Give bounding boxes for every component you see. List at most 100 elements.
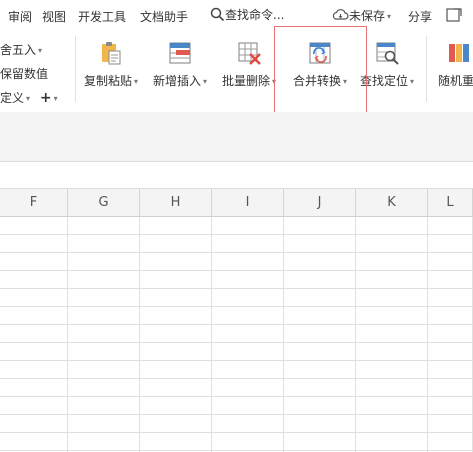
grid-cell[interactable]: [140, 343, 212, 361]
grid-cell[interactable]: [0, 271, 68, 289]
grid-cell[interactable]: [0, 289, 68, 307]
grid-cell[interactable]: [284, 361, 356, 379]
grid-cell[interactable]: [140, 361, 212, 379]
grid-cell[interactable]: [68, 307, 140, 325]
grid-cell[interactable]: [356, 433, 428, 451]
batch-delete-button[interactable]: 批量删除 ▾: [216, 38, 282, 98]
grid-cell[interactable]: [212, 271, 284, 289]
grid-cell[interactable]: [284, 307, 356, 325]
grid-cell[interactable]: [140, 289, 212, 307]
grid-cell[interactable]: [0, 397, 68, 415]
grid-cell[interactable]: [284, 433, 356, 451]
grid-cell[interactable]: [140, 235, 212, 253]
grid-cell[interactable]: [140, 271, 212, 289]
grid-cell[interactable]: [284, 379, 356, 397]
grid-cell[interactable]: [68, 289, 140, 307]
column-header-j[interactable]: J: [284, 189, 356, 217]
grid-cell[interactable]: [140, 325, 212, 343]
grid-cell[interactable]: [68, 325, 140, 343]
column-header-l[interactable]: L: [428, 189, 473, 217]
grid-cell[interactable]: [68, 217, 140, 235]
unsaved-status[interactable]: 未保存 ▾: [332, 7, 391, 24]
grid-cell[interactable]: [0, 217, 68, 235]
grid-cell[interactable]: [68, 271, 140, 289]
grid-cell[interactable]: [284, 415, 356, 433]
grid-cell[interactable]: [428, 289, 473, 307]
formula-bar[interactable]: [0, 161, 473, 189]
grid-cell[interactable]: [428, 379, 473, 397]
grid-cell[interactable]: [212, 397, 284, 415]
grid-cell[interactable]: [356, 379, 428, 397]
grid-cell[interactable]: [212, 379, 284, 397]
grid-cell[interactable]: [212, 289, 284, 307]
grid-cell[interactable]: [428, 325, 473, 343]
insert-button[interactable]: 新增插入 ▾: [147, 38, 213, 98]
grid-cell[interactable]: [356, 343, 428, 361]
grid-cell[interactable]: [284, 289, 356, 307]
plus-icon[interactable]: +: [40, 90, 52, 106]
grid-cell[interactable]: [140, 415, 212, 433]
grid-cell[interactable]: [356, 307, 428, 325]
round-button[interactable]: 舍五入 ▾: [0, 41, 42, 58]
random-button[interactable]: 随机重: [434, 38, 473, 98]
grid-cell[interactable]: [212, 415, 284, 433]
grid-cell[interactable]: [140, 397, 212, 415]
copy-paste-button[interactable]: 复制粘贴 ▾: [78, 38, 144, 98]
grid-cell[interactable]: [68, 253, 140, 271]
grid-cell[interactable]: [428, 343, 473, 361]
spreadsheet-grid[interactable]: [0, 217, 473, 452]
grid-cell[interactable]: [428, 253, 473, 271]
grid-cell[interactable]: [428, 397, 473, 415]
grid-cell[interactable]: [428, 235, 473, 253]
grid-cell[interactable]: [356, 235, 428, 253]
grid-cell[interactable]: [0, 307, 68, 325]
grid-cell[interactable]: [212, 361, 284, 379]
grid-cell[interactable]: [0, 415, 68, 433]
tab-developer[interactable]: 开发工具: [78, 8, 126, 25]
tab-review[interactable]: 审阅: [8, 8, 32, 25]
column-header-k[interactable]: K: [356, 189, 428, 217]
grid-cell[interactable]: [284, 397, 356, 415]
column-header-h[interactable]: H: [140, 189, 212, 217]
grid-cell[interactable]: [0, 433, 68, 451]
tab-view[interactable]: 视图: [42, 8, 66, 25]
grid-cell[interactable]: [140, 433, 212, 451]
grid-cell[interactable]: [140, 253, 212, 271]
grid-cell[interactable]: [212, 343, 284, 361]
grid-cell[interactable]: [68, 379, 140, 397]
custom-button[interactable]: 定义 ▾ + ▾: [0, 89, 58, 106]
grid-cell[interactable]: [284, 325, 356, 343]
grid-cell[interactable]: [212, 217, 284, 235]
grid-cell[interactable]: [140, 217, 212, 235]
grid-cell[interactable]: [140, 379, 212, 397]
grid-cell[interactable]: [284, 235, 356, 253]
grid-cell[interactable]: [356, 415, 428, 433]
grid-cell[interactable]: [356, 289, 428, 307]
grid-cell[interactable]: [356, 271, 428, 289]
grid-cell[interactable]: [140, 307, 212, 325]
grid-cell[interactable]: [356, 397, 428, 415]
grid-cell[interactable]: [356, 217, 428, 235]
export-icon[interactable]: [445, 6, 463, 26]
grid-cell[interactable]: [284, 271, 356, 289]
grid-cell[interactable]: [68, 235, 140, 253]
grid-cell[interactable]: [428, 271, 473, 289]
grid-cell[interactable]: [428, 217, 473, 235]
keep-values-button[interactable]: 保留数值: [0, 65, 48, 82]
grid-cell[interactable]: [68, 343, 140, 361]
column-header-i[interactable]: I: [212, 189, 284, 217]
tab-doc-assistant[interactable]: 文档助手: [140, 8, 188, 25]
search-command[interactable]: 查找命令...: [210, 6, 284, 23]
grid-cell[interactable]: [68, 433, 140, 451]
grid-cell[interactable]: [428, 415, 473, 433]
grid-cell[interactable]: [356, 253, 428, 271]
grid-cell[interactable]: [284, 217, 356, 235]
grid-cell[interactable]: [428, 361, 473, 379]
grid-cell[interactable]: [284, 253, 356, 271]
grid-cell[interactable]: [0, 235, 68, 253]
grid-cell[interactable]: [212, 433, 284, 451]
grid-cell[interactable]: [0, 361, 68, 379]
grid-cell[interactable]: [284, 343, 356, 361]
grid-cell[interactable]: [212, 253, 284, 271]
column-header-g[interactable]: G: [68, 189, 140, 217]
